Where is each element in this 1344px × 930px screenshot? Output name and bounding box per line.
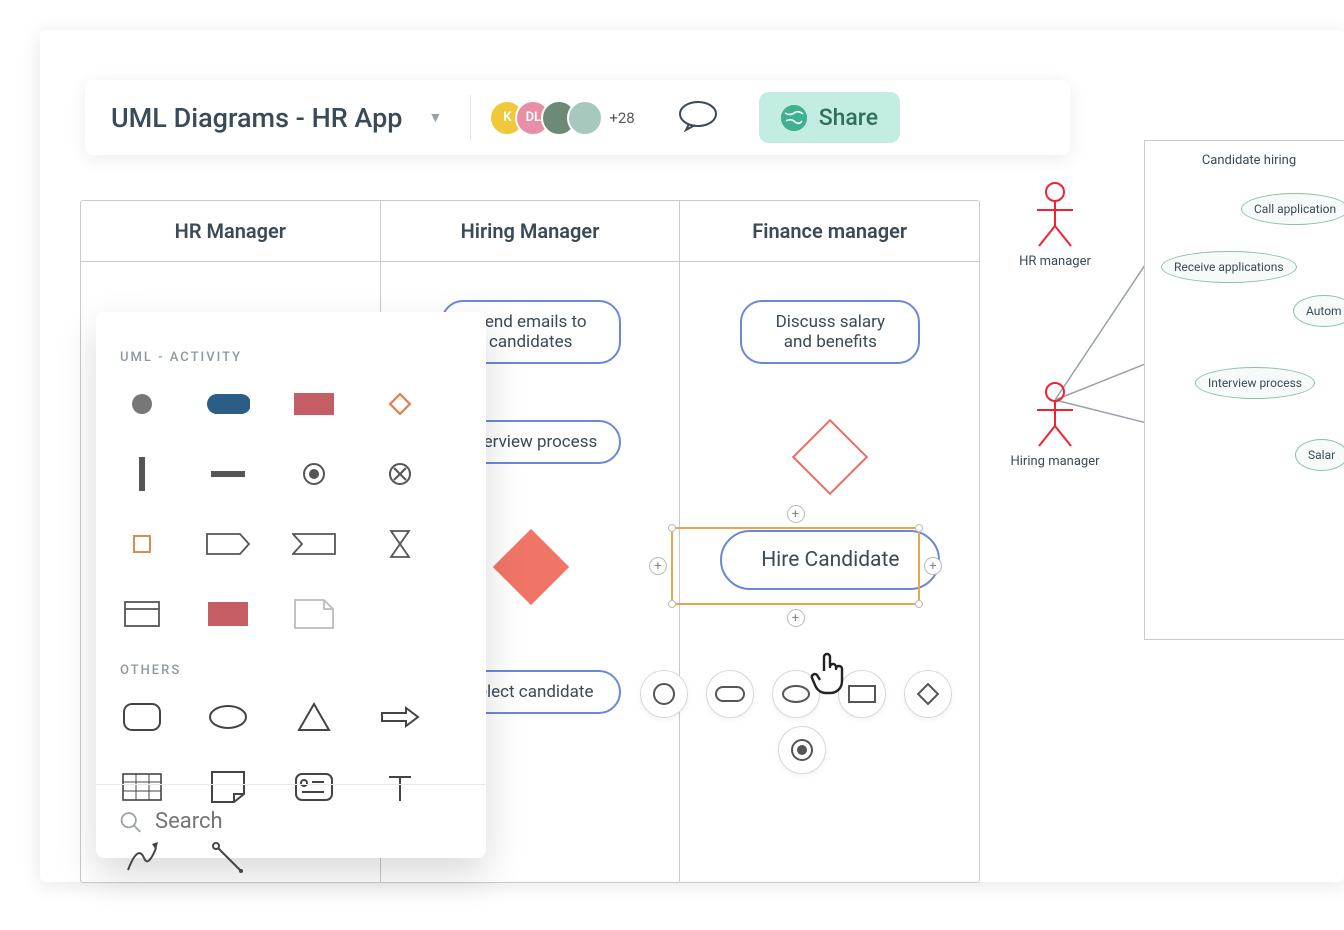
decision-diamond-finance[interactable] <box>792 419 868 495</box>
shape-search-row <box>96 784 486 858</box>
quick-shape-target[interactable] <box>778 726 826 774</box>
shape-library-panel: UML - ACTIVITY OTHERS <box>96 312 486 858</box>
actor-hr-label: HR manager <box>1015 254 1095 269</box>
decision-diamond-hiring[interactable] <box>492 529 568 605</box>
selection-outline[interactable]: + + + + <box>671 527 920 605</box>
shape-fork-bar-icon[interactable] <box>120 457 164 491</box>
usecase-mini-diagram: Candidate hiring Call application Receiv… <box>1144 140 1344 640</box>
shape-triangle-icon[interactable] <box>292 700 336 734</box>
quick-shape-diamond[interactable] <box>904 670 952 718</box>
shape-flow-final-icon[interactable] <box>378 457 422 491</box>
avatar-overflow-count[interactable]: +28 <box>609 109 634 127</box>
usecase-autom[interactable]: Autom <box>1293 295 1344 327</box>
shape-note-icon[interactable] <box>292 597 336 631</box>
shape-partition-icon[interactable] <box>120 597 164 631</box>
quick-shape-pill[interactable] <box>706 670 754 718</box>
shape-ellipse-icon[interactable] <box>206 700 250 734</box>
actor-hr-manager[interactable]: HR manager <box>1015 180 1095 269</box>
usecase-receive-applications[interactable]: Receive applications <box>1161 251 1297 283</box>
actor-hiring-manager[interactable]: Hiring manager <box>1005 380 1105 469</box>
shape-join-bar-icon[interactable] <box>206 457 250 491</box>
add-handle-top[interactable]: + <box>787 505 805 523</box>
share-button[interactable]: Share <box>759 92 900 143</box>
search-icon <box>118 808 143 836</box>
top-toolbar: UML Diagrams - HR App ▼ K DL +28 Share <box>85 80 1070 155</box>
divider <box>470 95 471 141</box>
usecase-salary[interactable]: Salar <box>1295 439 1344 471</box>
title-dropdown-icon[interactable]: ▼ <box>428 109 442 126</box>
add-handle-right[interactable]: + <box>924 557 942 575</box>
quick-shape-popover <box>640 670 952 718</box>
lane-header-hiring: Hiring Manager <box>381 201 681 261</box>
quick-shape-circle[interactable] <box>640 670 688 718</box>
shape-receive-signal-icon[interactable] <box>292 527 336 561</box>
shape-time-event-icon[interactable] <box>378 527 422 561</box>
collaborator-avatars[interactable]: K DL +28 <box>499 100 634 136</box>
usecase-title: Candidate hiring <box>1145 153 1344 168</box>
shape-rounded-rect-icon[interactable] <box>120 700 164 734</box>
shape-section-others: OTHERS <box>120 663 466 678</box>
lane-header-hr: HR Manager <box>81 201 381 261</box>
shape-object-node-icon[interactable] <box>120 527 164 561</box>
comments-icon[interactable] <box>677 100 719 136</box>
shape-decision-diamond-icon[interactable] <box>378 387 422 421</box>
shape-action-fill-icon[interactable] <box>206 597 250 631</box>
add-handle-bottom[interactable]: + <box>787 609 805 627</box>
usecase-interview-process[interactable]: Interview process <box>1195 367 1315 399</box>
add-handle-left[interactable]: + <box>649 557 667 575</box>
lane-header-finance: Finance manager <box>680 201 979 261</box>
globe-icon <box>781 105 807 131</box>
activity-discuss-salary[interactable]: Discuss salary and benefits <box>740 300 920 364</box>
avatar-photo-2[interactable] <box>567 100 603 136</box>
pointer-cursor-icon <box>810 649 850 699</box>
shape-action-rect-icon[interactable] <box>292 387 336 421</box>
shape-search-input[interactable] <box>155 809 464 834</box>
shape-section-uml-activity: UML - ACTIVITY <box>120 350 466 365</box>
shape-arrow-icon[interactable] <box>378 700 422 734</box>
shape-send-signal-icon[interactable] <box>206 527 250 561</box>
usecase-call-applications[interactable]: Call application <box>1241 193 1344 225</box>
shape-initial-node-icon[interactable] <box>120 387 164 421</box>
share-label: Share <box>819 104 878 131</box>
shape-activity-pill-icon[interactable] <box>206 387 250 421</box>
actor-hiring-label: Hiring manager <box>1005 454 1105 469</box>
shape-final-node-icon[interactable] <box>292 457 336 491</box>
document-title[interactable]: UML Diagrams - HR App <box>111 102 402 134</box>
